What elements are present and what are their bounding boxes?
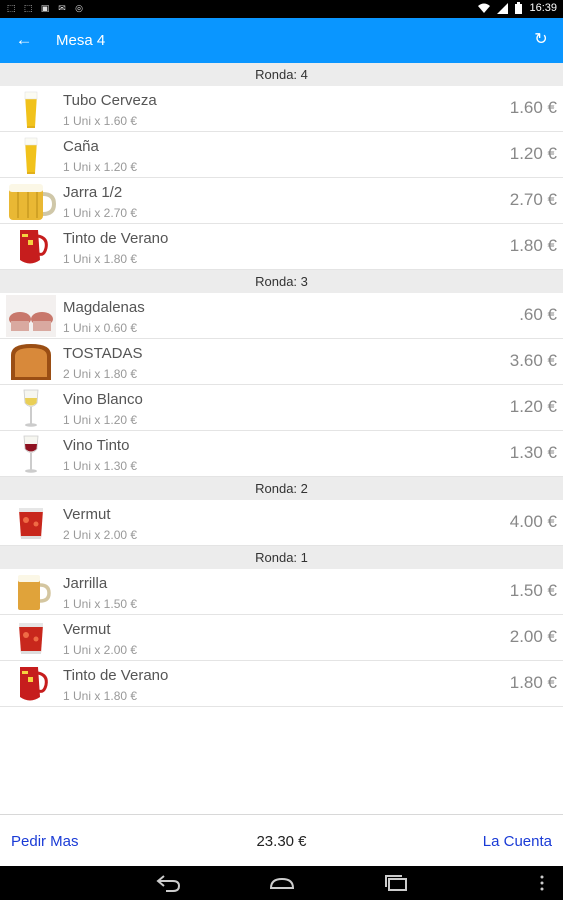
item-name: Caña (63, 138, 99, 155)
list-item[interactable]: Vermut 2 Uni x 2.00 € 4.00 € (0, 500, 563, 546)
list-item[interactable]: TOSTADAS 2 Uni x 1.80 € 3.60 € (0, 339, 563, 385)
list-item[interactable]: Caña 1 Uni x 1.20 € 1.20 € (0, 132, 563, 178)
item-quantity: 2 Uni x 1.80 € (63, 367, 138, 381)
order-footer: Pedir Mas 23.30 € La Cuenta (0, 814, 563, 866)
list-item[interactable]: Tinto de Verano 1 Uni x 1.80 € 1.80 € (0, 224, 563, 270)
item-name: Jarrilla (63, 575, 108, 592)
item-quantity: 1 Uni x 2.00 € (63, 643, 138, 657)
system-icons: 16:39 (478, 2, 557, 14)
item-price: 3.60 € (509, 351, 557, 370)
back-icon[interactable] (154, 873, 182, 893)
signal-icon (497, 2, 509, 14)
item-quantity: 1 Uni x 1.80 € (63, 252, 138, 266)
item-price: 1.50 € (509, 581, 557, 600)
app-bar: ← Mesa 4 ↻ (0, 18, 563, 63)
round-header: Ronda: 1 (0, 546, 563, 569)
notification-icon: ⬚ (6, 3, 16, 13)
item-quantity: 1 Uni x 1.80 € (63, 689, 138, 703)
item-quantity: 1 Uni x 0.60 € (63, 321, 138, 335)
red-wine-icon (23, 435, 39, 473)
item-quantity: 1 Uni x 1.30 € (63, 459, 138, 473)
beer-jug-icon (9, 184, 56, 220)
list-item[interactable]: Vermut 1 Uni x 2.00 € 2.00 € (0, 615, 563, 661)
item-name: Tinto de Verano (63, 667, 169, 684)
red-pitcher-icon (20, 667, 48, 701)
item-name: Vermut (63, 621, 111, 638)
item-price: 1.20 € (509, 397, 557, 416)
navigation-bar (0, 866, 563, 900)
notification-icon: ⬚ (23, 3, 33, 13)
item-price: 2.70 € (509, 190, 557, 209)
item-quantity: 1 Uni x 1.20 € (63, 160, 138, 174)
round-header: Ronda: 2 (0, 477, 563, 500)
item-price: 2.00 € (509, 627, 557, 646)
toast-icon (11, 344, 51, 380)
arrow-left-icon[interactable]: ← (14, 30, 34, 50)
list-item[interactable]: Tinto de Verano 1 Uni x 1.80 € 1.80 € (0, 661, 563, 707)
battery-icon (515, 2, 523, 14)
list-item[interactable]: Vino Blanco 1 Uni x 1.20 € 1.20 € (0, 385, 563, 431)
page-title: Mesa 4 (56, 32, 106, 49)
round-header: Ronda: 3 (0, 270, 563, 293)
item-quantity: 1 Uni x 1.60 € (63, 114, 138, 128)
list-item[interactable]: Vino Tinto 1 Uni x 1.30 € 1.30 € (0, 431, 563, 477)
item-quantity: 1 Uni x 1.50 € (63, 597, 138, 611)
item-name: Vino Tinto (63, 437, 130, 454)
beer-tube-icon (24, 137, 38, 174)
item-price: 1.80 € (509, 236, 557, 255)
order-total: 23.30 € (256, 833, 307, 850)
item-quantity: 1 Uni x 1.20 € (63, 413, 138, 427)
item-name: TOSTADAS (63, 345, 143, 362)
item-quantity: 1 Uni x 2.70 € (63, 206, 138, 220)
red-pitcher-icon (20, 230, 48, 264)
item-name: Magdalenas (63, 299, 145, 316)
item-price: 4.00 € (509, 512, 557, 531)
item-name: Vino Blanco (63, 391, 143, 408)
item-price: .60 € (519, 305, 557, 324)
status-bar: ⬚ ⬚ ▣ ✉ ◎ 16:39 (0, 0, 563, 18)
item-name: Jarra 1/2 (63, 184, 123, 201)
notification-icons: ⬚ ⬚ ▣ ✉ ◎ (6, 3, 84, 13)
muffins-icon (6, 295, 56, 337)
recents-icon[interactable] (382, 873, 410, 893)
white-wine-icon (23, 389, 39, 427)
list-item[interactable]: Jarrilla 1 Uni x 1.50 € 1.50 € (0, 569, 563, 615)
list-item[interactable]: Magdalenas 1 Uni x 0.60 € .60 € (0, 293, 563, 339)
vermouth-icon (19, 508, 43, 539)
refresh-icon[interactable]: ↻ (531, 30, 551, 50)
item-name: Tinto de Verano (63, 230, 169, 247)
mail-icon: ✉ (58, 3, 66, 13)
menu-icon[interactable] (535, 873, 549, 893)
beer-tube-icon (24, 91, 38, 128)
vermouth-icon (19, 623, 43, 654)
list-item[interactable]: Jarra 1/2 1 Uni x 2.70 € 2.70 € (0, 178, 563, 224)
item-price: 1.80 € (509, 673, 557, 692)
beer-mug-icon (18, 575, 51, 610)
item-name: Tubo Cerveza (63, 92, 157, 109)
bill-button[interactable]: La Cuenta (483, 833, 552, 850)
item-price: 1.20 € (509, 144, 557, 163)
home-icon[interactable] (268, 873, 296, 893)
order-list: Ronda: 4 Tubo Cerveza 1 Uni x 1.60 € 1.6… (0, 63, 563, 707)
item-quantity: 2 Uni x 2.00 € (63, 528, 138, 542)
wifi-icon (478, 3, 491, 13)
clock: 16:39 (529, 2, 557, 14)
list-item[interactable]: Tubo Cerveza 1 Uni x 1.60 € 1.60 € (0, 86, 563, 132)
round-header: Ronda: 4 (0, 63, 563, 86)
sync-icon: ◎ (75, 3, 83, 13)
image-icon: ▣ (40, 3, 50, 13)
item-price: 1.30 € (509, 443, 557, 462)
item-price: 1.60 € (509, 98, 557, 117)
item-name: Vermut (63, 506, 111, 523)
